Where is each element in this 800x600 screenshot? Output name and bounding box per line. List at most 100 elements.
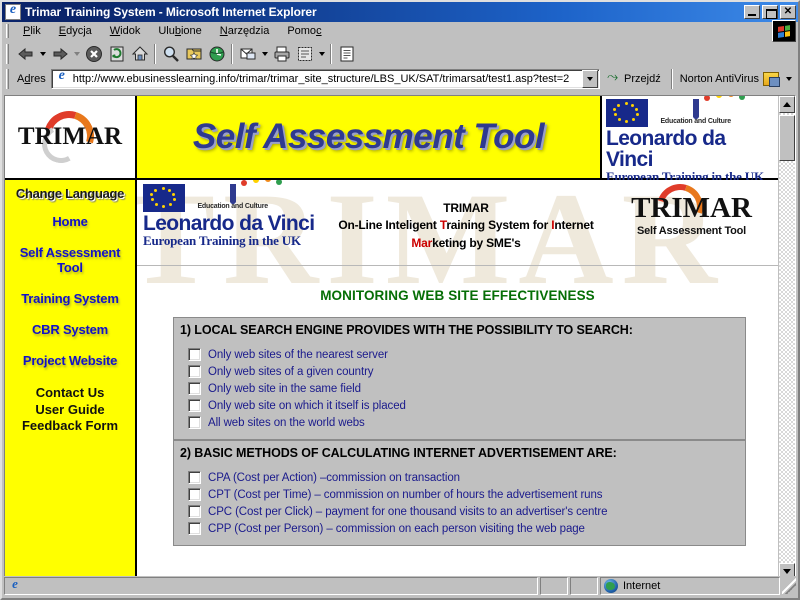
security-zone-pane[interactable]: Internet <box>600 577 780 595</box>
menu-drag-grip[interactable] <box>6 24 9 38</box>
window-controls: ✕ <box>744 5 796 19</box>
sidebar-item-user-guide[interactable]: User Guide <box>5 402 135 419</box>
option-row[interactable]: Only web site in the same field <box>188 382 745 395</box>
edit-dropdown-icon[interactable] <box>316 43 327 65</box>
sidebar-item-contact-us[interactable]: Contact Us <box>5 385 135 402</box>
content-header: Education and Culture Leonardo da Vinci … <box>137 180 778 266</box>
option-row[interactable]: Only web sites of the nearest server <box>188 348 745 361</box>
forward-dropdown-icon[interactable] <box>71 43 82 65</box>
search-button[interactable] <box>159 43 182 65</box>
vertical-scrollbar[interactable] <box>778 96 795 580</box>
back-button[interactable] <box>14 43 37 65</box>
content-eu-logo: Education and Culture Leonardo da Vinci … <box>143 180 323 248</box>
edit-button[interactable] <box>293 43 316 65</box>
norton-antivirus-toolbar[interactable]: Norton AntiVirus <box>676 68 798 90</box>
back-dropdown-icon[interactable] <box>37 43 48 65</box>
internet-globe-icon <box>604 579 618 593</box>
option-label[interactable]: All web sites on the world webs <box>208 417 365 429</box>
checkbox-q2-opt1[interactable] <box>188 471 201 484</box>
checkbox-q1-opt4[interactable] <box>188 399 201 412</box>
banner-trimar-logo[interactable]: TRIMAR <box>5 96 137 178</box>
stop-button[interactable] <box>82 43 105 65</box>
option-label[interactable]: CPA (Cost per Action) –commission on tra… <box>208 472 460 484</box>
checkbox-q2-opt4[interactable] <box>188 522 201 535</box>
go-button[interactable]: Przejdź <box>600 68 668 86</box>
address-input-wrapper[interactable]: http://www.ebusinesslearning.info/trimar… <box>50 68 601 89</box>
menu-item-narzedzia[interactable]: Narzędzia <box>211 24 279 38</box>
windows-logo-button[interactable] <box>772 20 796 42</box>
sidebar-item-feedback-form[interactable]: Feedback Form <box>5 418 135 435</box>
home-button[interactable] <box>128 43 151 65</box>
checkbox-q1-opt2[interactable] <box>188 365 201 378</box>
forward-button[interactable] <box>48 43 71 65</box>
security-zone-label: Internet <box>623 580 661 592</box>
page-banner: TRIMAR Self Assessment Tool Education an… <box>5 96 778 183</box>
restore-button[interactable] <box>762 5 778 19</box>
discuss-button[interactable] <box>335 43 358 65</box>
ie-app-icon <box>5 2 21 20</box>
option-row[interactable]: Only web sites of a given country <box>188 365 745 378</box>
option-row[interactable]: Only web site on which it itself is plac… <box>188 399 745 412</box>
eu-flag-icon-content <box>143 184 185 212</box>
option-label[interactable]: Only web sites of the nearest server <box>208 349 388 361</box>
option-label[interactable]: CPC (Cost per Click) – payment for one t… <box>208 506 608 518</box>
sidebar-item-training-system[interactable]: Training System <box>5 291 135 307</box>
windows-flag-icon <box>772 20 796 42</box>
menu-item-widok[interactable]: Widok <box>101 24 150 38</box>
menu-item-edycja[interactable]: Edycja <box>50 24 101 38</box>
sidebar-item-cbr-system[interactable]: CBR System <box>5 322 135 338</box>
leonardo-subtitle-content: European Training in the UK <box>143 233 301 248</box>
scroll-up-button[interactable] <box>779 96 795 113</box>
option-label[interactable]: Only web site in the same field <box>208 383 361 395</box>
print-button[interactable] <box>270 43 293 65</box>
address-label: Adres <box>17 72 46 85</box>
menu-item-plik[interactable]: Plik <box>14 24 50 38</box>
trimar-logo-text-content: TRIMAR <box>631 192 752 224</box>
mail-button[interactable] <box>236 43 259 65</box>
banner-title-cell: Self Assessment Tool <box>137 96 602 178</box>
history-button[interactable] <box>205 43 228 65</box>
option-label[interactable]: Only web sites of a given country <box>208 366 374 378</box>
sidebar-navigation: Change Language Home Self Assessment Too… <box>5 180 137 580</box>
sidebar-item-home[interactable]: Home <box>5 214 135 230</box>
resize-grip[interactable] <box>782 578 796 594</box>
checkbox-q2-opt3[interactable] <box>188 505 201 518</box>
option-label[interactable]: CPT (Cost per Time) – commission on numb… <box>208 489 603 501</box>
checkbox-q1-opt1[interactable] <box>188 348 201 361</box>
option-row[interactable]: CPT (Cost per Time) – commission on numb… <box>188 488 745 501</box>
checkbox-q1-opt5[interactable] <box>188 416 201 429</box>
scrollbar-track[interactable] <box>779 113 795 563</box>
refresh-button[interactable] <box>105 43 128 65</box>
project-tagline: TRIMAR On-Line Inteligent Training Syste… <box>323 184 609 252</box>
option-row[interactable]: All web sites on the world webs <box>188 416 745 429</box>
option-row[interactable]: CPA (Cost per Action) –commission on tra… <box>188 471 745 484</box>
option-label[interactable]: CPP (Cost per Person) – commission on ea… <box>208 523 585 535</box>
sidebar-item-project-website[interactable]: Project Website <box>5 353 135 369</box>
minimize-button[interactable] <box>744 5 760 19</box>
menu-item-pomoc[interactable]: Pomoc <box>278 24 330 38</box>
web-page: TRIMAR Self Assessment Tool Education an… <box>5 96 778 580</box>
sidebar-item-self-assessment-tool[interactable]: Self Assessment Tool <box>5 245 135 276</box>
address-dropdown-button[interactable] <box>582 69 599 88</box>
education-culture-caption-content: Education and Culture <box>197 203 268 210</box>
mail-dropdown-icon[interactable] <box>259 43 270 65</box>
education-culture-logo: Education and Culture <box>660 96 745 125</box>
address-bar: Adres http://www.ebusinesslearning.info/… <box>2 67 798 91</box>
option-row[interactable]: CPP (Cost per Person) – commission on ea… <box>188 522 745 535</box>
checkbox-q2-opt2[interactable] <box>188 488 201 501</box>
menu-bar: Plik Edycja Widok Ulubione Narzędzia Pom… <box>2 20 798 42</box>
menu-item-ulubione[interactable]: Ulubione <box>149 24 210 38</box>
address-input[interactable]: http://www.ebusinesslearning.info/trimar… <box>73 73 581 85</box>
favorites-button[interactable] <box>182 43 205 65</box>
norton-dropdown-icon[interactable] <box>783 68 794 90</box>
leonardo-da-vinci-title: Leonardo da Vinci <box>606 127 726 171</box>
norton-label: Norton AntiVirus <box>679 72 759 85</box>
close-button[interactable]: ✕ <box>780 5 796 19</box>
option-row[interactable]: CPC (Cost per Click) – payment for one t… <box>188 505 745 518</box>
toolbar-drag-grip[interactable] <box>6 43 9 64</box>
sidebar-item-change-language[interactable]: Change Language <box>5 186 135 201</box>
scrollbar-thumb[interactable] <box>779 115 795 161</box>
checkbox-q1-opt3[interactable] <box>188 382 201 395</box>
address-drag-grip[interactable] <box>6 68 9 89</box>
option-label[interactable]: Only web site on which it itself is plac… <box>208 400 406 412</box>
